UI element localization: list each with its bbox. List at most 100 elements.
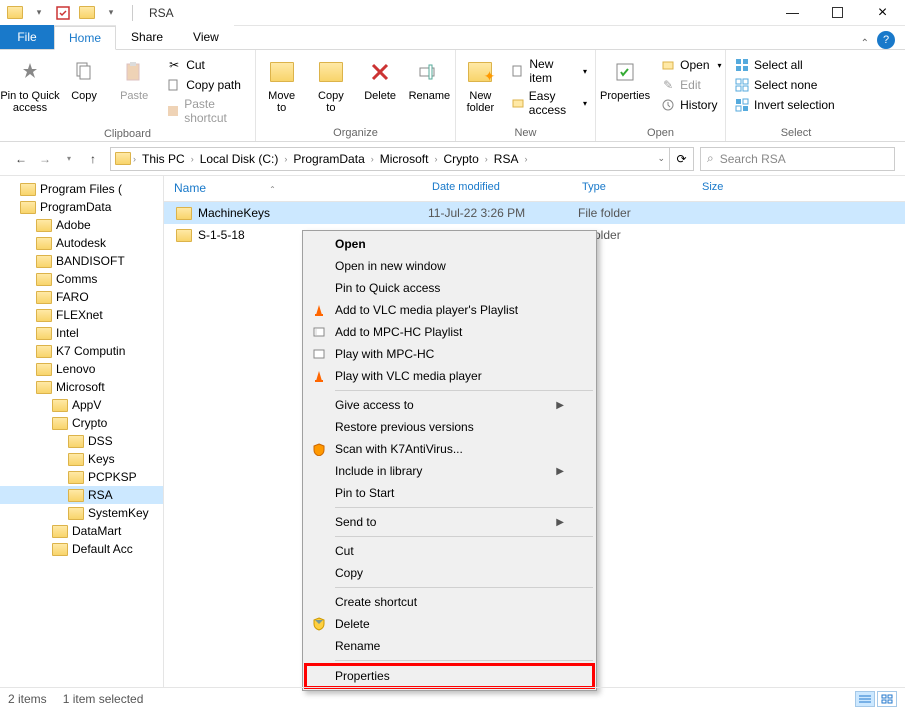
pin-quick-access-button[interactable]: Pin to Quick access: [4, 52, 56, 114]
tree-item[interactable]: DSS: [0, 432, 163, 450]
copy-to-button[interactable]: Copy to: [309, 52, 352, 114]
select-all-button[interactable]: Select all: [730, 56, 839, 74]
crumb-this-pc[interactable]: This PC: [138, 152, 189, 166]
quick-access-toolbar: ▾ ▾: [0, 2, 126, 24]
copy-path-button[interactable]: Copy path: [162, 76, 251, 94]
forward-button[interactable]: →: [34, 148, 56, 170]
cm-open[interactable]: Open: [305, 233, 594, 255]
tree-item[interactable]: DataMart: [0, 522, 163, 540]
paste-shortcut-button[interactable]: Paste shortcut: [162, 96, 251, 126]
crumb-crypto[interactable]: Crypto: [439, 152, 482, 166]
tree-item[interactable]: Intel: [0, 324, 163, 342]
maximize-button[interactable]: [815, 0, 860, 26]
tree-item[interactable]: Adobe: [0, 216, 163, 234]
new-item-button[interactable]: New item▾: [507, 56, 591, 86]
col-size[interactable]: Size: [692, 176, 782, 201]
ribbon-collapse-icon[interactable]: ⌃: [861, 38, 869, 49]
paste-button[interactable]: Paste: [112, 52, 156, 102]
crumb-rsa[interactable]: RSA: [490, 152, 523, 166]
properties-qat-icon[interactable]: [52, 2, 74, 24]
breadcrumb[interactable]: › This PC› Local Disk (C:)› ProgramData›…: [110, 147, 670, 171]
details-view-button[interactable]: [855, 691, 875, 707]
properties-button[interactable]: Properties: [600, 52, 650, 102]
tree-item[interactable]: Lenovo: [0, 360, 163, 378]
cm-rename[interactable]: Rename: [305, 635, 594, 657]
new-folder-qat-icon[interactable]: [76, 2, 98, 24]
cm-pin-start[interactable]: Pin to Start: [305, 482, 594, 504]
status-bar: 2 items 1 item selected: [0, 687, 905, 709]
cm-cut[interactable]: Cut: [305, 540, 594, 562]
close-button[interactable]: ×: [860, 0, 905, 26]
tab-share[interactable]: Share: [116, 25, 178, 49]
tree-item[interactable]: FARO: [0, 288, 163, 306]
qat-customize-icon[interactable]: ▾: [100, 2, 122, 24]
tree-item[interactable]: AppV: [0, 396, 163, 414]
tree-item[interactable]: BANDISOFT: [0, 252, 163, 270]
crumb-programdata[interactable]: ProgramData: [289, 152, 368, 166]
move-to-button[interactable]: Move to: [260, 52, 303, 114]
tab-view[interactable]: View: [178, 25, 234, 49]
cm-pin-quick-access[interactable]: Pin to Quick access: [305, 277, 594, 299]
help-button[interactable]: ?: [877, 31, 895, 49]
search-input[interactable]: ⌕ Search RSA: [700, 147, 895, 171]
cm-vlc-playlist[interactable]: Add to VLC media player's Playlist: [305, 299, 594, 321]
recent-dropdown[interactable]: ▾: [58, 148, 80, 170]
tree-item[interactable]: Crypto: [0, 414, 163, 432]
cm-send-to[interactable]: Send to▶: [305, 511, 594, 533]
tree-item[interactable]: Microsoft: [0, 378, 163, 396]
col-type[interactable]: Type: [572, 176, 692, 201]
delete-button[interactable]: Delete: [359, 52, 402, 102]
cm-vlc-play[interactable]: Play with VLC media player: [305, 365, 594, 387]
tree-item[interactable]: ProgramData: [0, 198, 163, 216]
tree-item[interactable]: Autodesk: [0, 234, 163, 252]
tree-item[interactable]: Default Acc: [0, 540, 163, 558]
up-button[interactable]: ↑: [82, 148, 104, 170]
tab-file[interactable]: File: [0, 25, 54, 49]
cm-properties[interactable]: Properties: [305, 664, 594, 688]
invert-selection-button[interactable]: Invert selection: [730, 96, 839, 114]
cm-create-shortcut[interactable]: Create shortcut: [305, 591, 594, 613]
cm-mpc-play[interactable]: Play with MPC-HC: [305, 343, 594, 365]
folder-icon[interactable]: [4, 2, 26, 24]
history-button[interactable]: History: [656, 96, 725, 114]
new-folder-button[interactable]: ✦ New folder: [460, 52, 501, 114]
tree-item[interactable]: Comms: [0, 270, 163, 288]
back-button[interactable]: ←: [10, 148, 32, 170]
qat-dropdown-icon[interactable]: ▾: [28, 2, 50, 24]
col-date[interactable]: Date modified: [422, 176, 572, 201]
cm-restore-versions[interactable]: Restore previous versions: [305, 416, 594, 438]
crumb-microsoft[interactable]: Microsoft: [376, 152, 433, 166]
open-button[interactable]: Open▾: [656, 56, 725, 74]
navigation-tree[interactable]: Program Files (ProgramDataAdobeAutodeskB…: [0, 176, 164, 687]
edit-button[interactable]: ✎Edit: [656, 76, 725, 94]
tree-item[interactable]: PCPKSP: [0, 468, 163, 486]
crumb-local-disk[interactable]: Local Disk (C:): [196, 152, 283, 166]
tree-item[interactable]: K7 Computin: [0, 342, 163, 360]
refresh-button[interactable]: ⟳: [670, 147, 694, 171]
cm-mpc-playlist[interactable]: Add to MPC-HC Playlist: [305, 321, 594, 343]
thumbnails-view-button[interactable]: [877, 691, 897, 707]
tree-item[interactable]: RSA: [0, 486, 163, 504]
rename-button[interactable]: Rename: [408, 52, 451, 102]
cm-copy[interactable]: Copy: [305, 562, 594, 584]
easy-access-button[interactable]: Easy access▾: [507, 88, 591, 118]
select-none-button[interactable]: Select none: [730, 76, 839, 94]
cm-include-library[interactable]: Include in library▶: [305, 460, 594, 482]
tree-item[interactable]: FLEXnet: [0, 306, 163, 324]
copy-button[interactable]: Copy: [62, 52, 106, 102]
breadcrumb-dropdown-icon[interactable]: ⌄: [657, 153, 665, 164]
cm-k7-scan[interactable]: Scan with K7AntiVirus...: [305, 438, 594, 460]
cm-give-access[interactable]: Give access to▶: [305, 394, 594, 416]
cm-open-new-window[interactable]: Open in new window: [305, 255, 594, 277]
tree-item[interactable]: Keys: [0, 450, 163, 468]
copy-path-icon: [166, 77, 182, 93]
minimize-button[interactable]: —: [770, 0, 815, 26]
file-row[interactable]: MachineKeys11-Jul-22 3:26 PMFile folder: [164, 202, 905, 224]
tree-item[interactable]: SystemKey: [0, 504, 163, 522]
cm-delete[interactable]: Delete: [305, 613, 594, 635]
cut-button[interactable]: ✂Cut: [162, 56, 251, 74]
new-folder-icon: ✦: [464, 56, 496, 88]
col-name[interactable]: Name ⌃: [164, 176, 422, 201]
tree-item[interactable]: Program Files (: [0, 180, 163, 198]
tab-home[interactable]: Home: [54, 26, 116, 50]
